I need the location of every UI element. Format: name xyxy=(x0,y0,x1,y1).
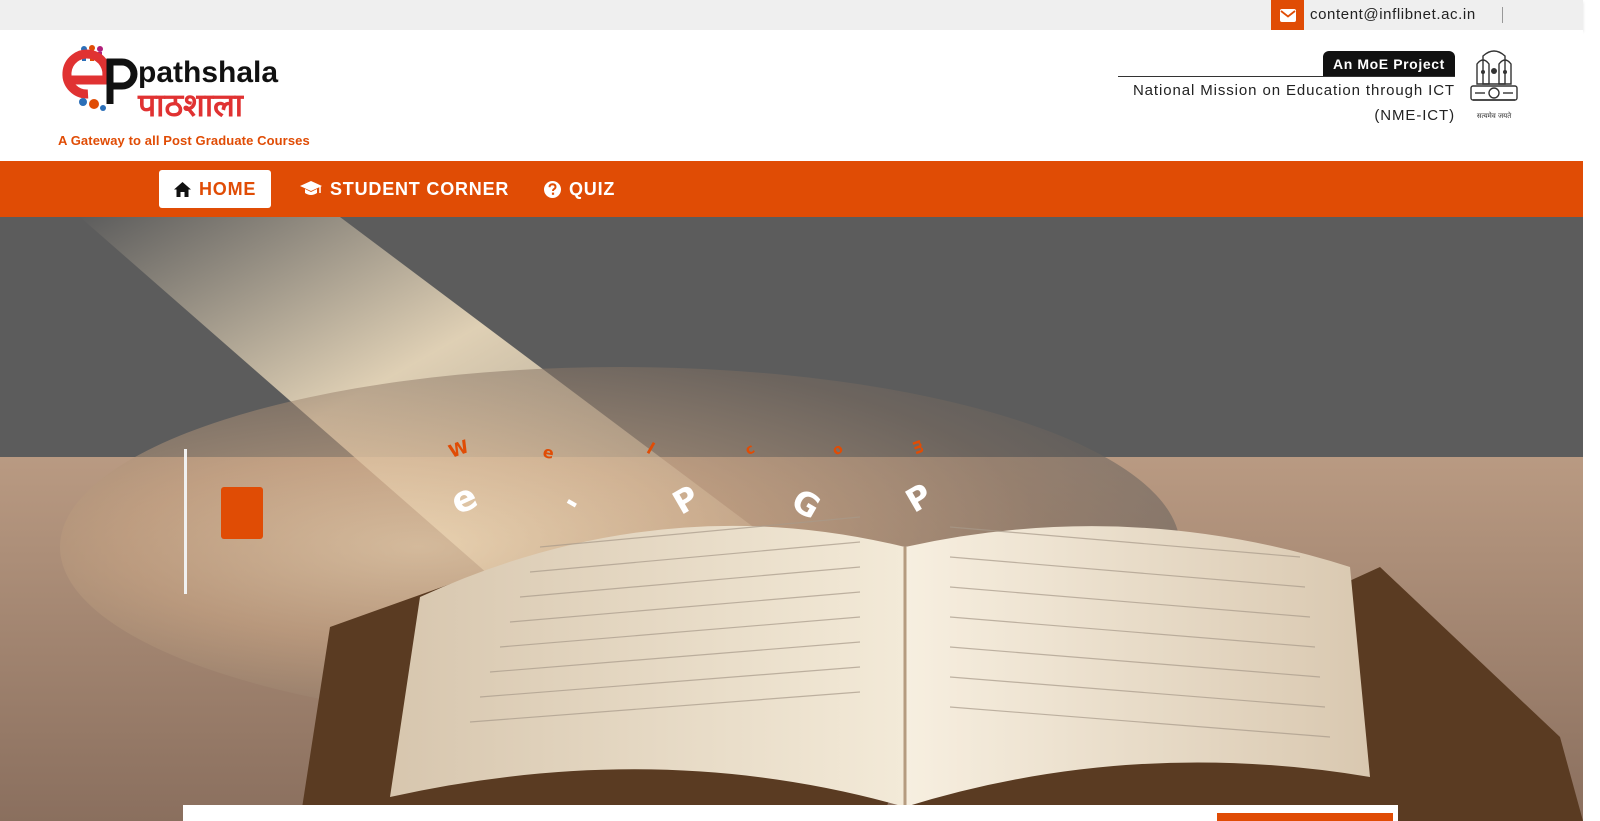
header-rule xyxy=(1118,76,1455,77)
nav-item-student-corner[interactable]: STUDENT CORNER xyxy=(300,170,509,208)
emblem-caption: सत्यमेव जयते xyxy=(1477,111,1512,120)
contact-email-link[interactable]: content@inflibnet.ac.in xyxy=(1310,6,1476,23)
topbar-divider xyxy=(1502,7,1503,23)
mission-line-2: (NME-ICT) xyxy=(1374,107,1455,124)
search-button[interactable] xyxy=(1217,813,1393,821)
home-icon xyxy=(174,181,191,197)
nav-item-quiz[interactable]: QUIZ xyxy=(544,170,615,208)
nav-label-home: HOME xyxy=(199,178,257,199)
nav-label-student-corner: STUDENT CORNER xyxy=(330,178,510,199)
logo-brand-hi: पाठशाला xyxy=(137,86,245,124)
nav-label-quiz: QUIZ xyxy=(569,178,616,199)
logo-brand-en: pathshala xyxy=(138,56,278,89)
moe-project-badge: An MoE Project xyxy=(1323,51,1455,77)
epathshala-logo-graphic: pathshala पाठशाला xyxy=(62,45,278,124)
envelope-icon[interactable] xyxy=(1271,0,1304,30)
nav-item-home[interactable]: HOME xyxy=(159,170,272,208)
search-panel xyxy=(183,805,1398,821)
mission-line-1: National Mission on Education through IC… xyxy=(1132,82,1455,99)
mission-text: National Mission on Education through IC… xyxy=(1133,78,1455,128)
question-circle-icon xyxy=(544,180,561,198)
national-emblem-icon: सत्यमेव जयते xyxy=(1463,46,1525,138)
hero-accent-block xyxy=(221,487,263,539)
logo-tagline: A Gateway to all Post Graduate Courses xyxy=(58,133,310,148)
hero-divider xyxy=(184,449,187,594)
site-header: pathshala पाठशाला A Gateway to all Post … xyxy=(0,30,1583,161)
graduation-cap-icon xyxy=(300,181,322,195)
top-bar: content@inflibnet.ac.in xyxy=(0,0,1583,30)
epathshala-logo[interactable]: pathshala पाठशाला A Gateway to all Post … xyxy=(58,44,328,149)
hero-banner: W e l c o m e - P G P xyxy=(0,217,1583,821)
main-navbar: HOME STUDENT CORNER QUIZ xyxy=(0,161,1583,217)
